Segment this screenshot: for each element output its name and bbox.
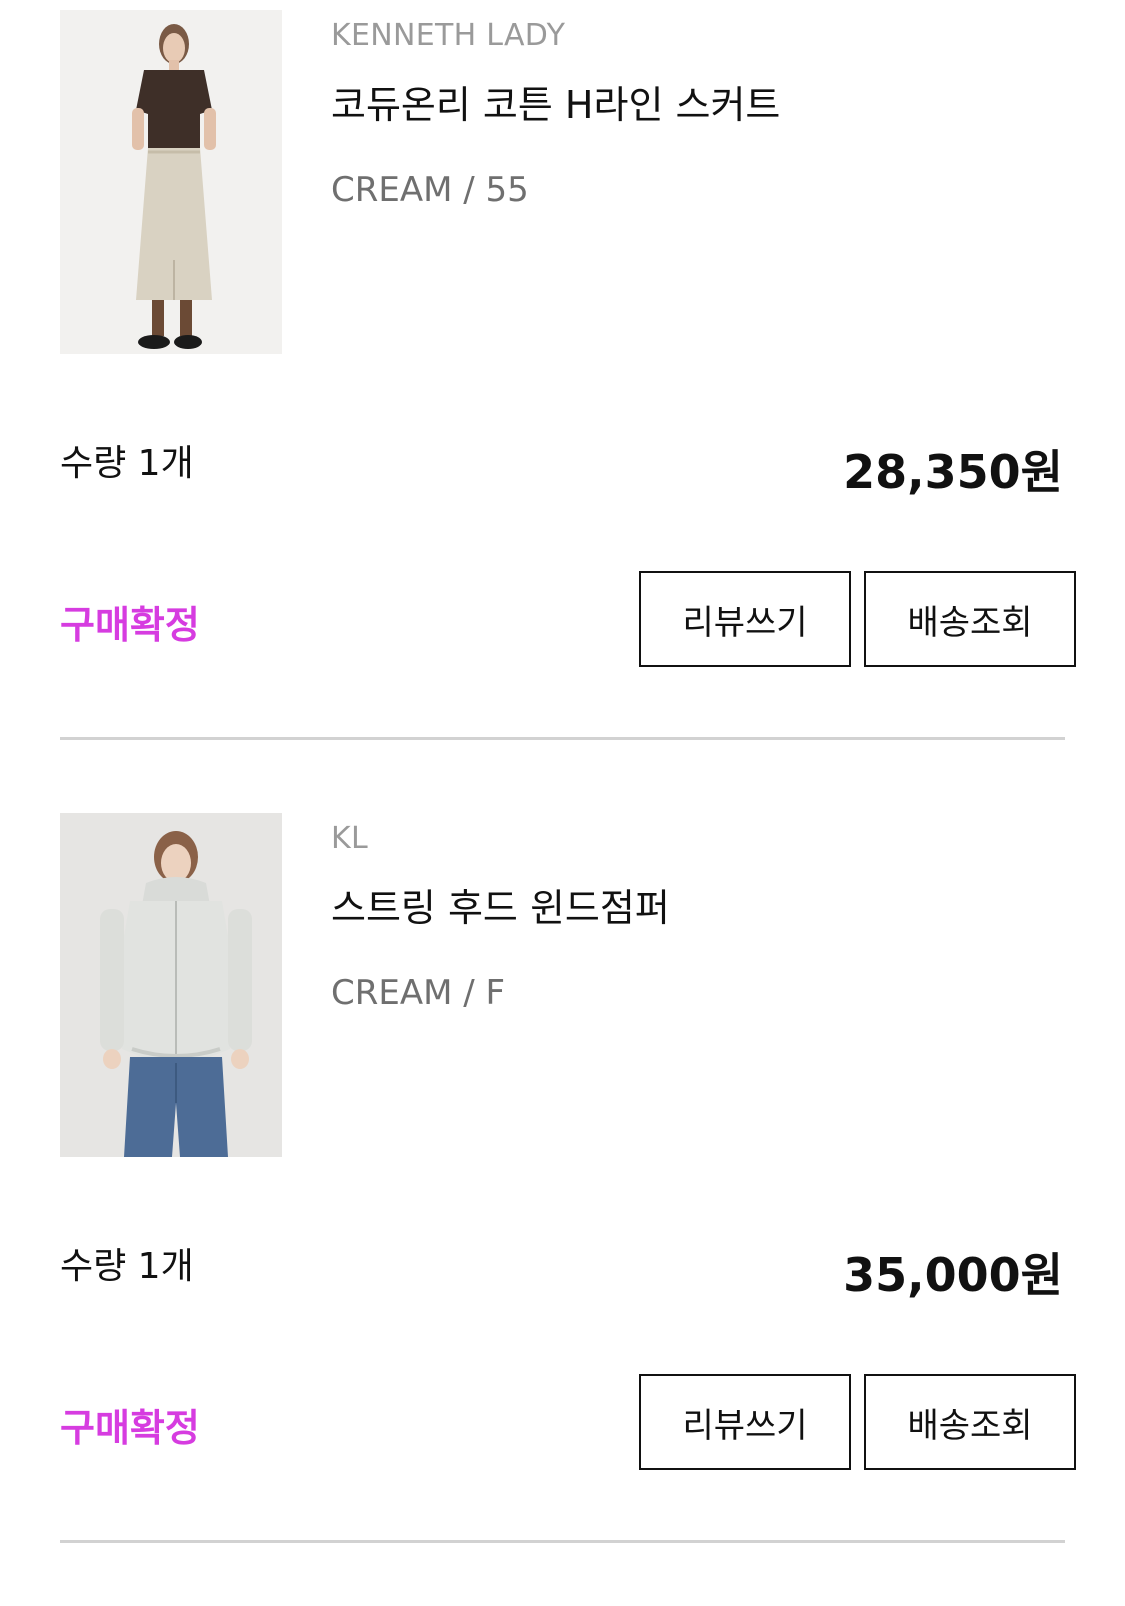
product-photo-jacket	[60, 813, 282, 1157]
order-status: 구매확정	[60, 1406, 200, 1450]
quantity-text: 수량 1개	[60, 1246, 194, 1287]
divider	[60, 1540, 1065, 1543]
track-delivery-button[interactable]: 배송조회	[864, 1374, 1076, 1470]
divider	[60, 737, 1065, 740]
quantity-text: 수량 1개	[60, 443, 194, 484]
product-image[interactable]	[60, 10, 282, 354]
product-name[interactable]: 코듀온리 코튼 H라인 스커트	[331, 74, 780, 129]
product-photo-skirt	[60, 10, 282, 354]
write-review-button[interactable]: 리뷰쓰기	[639, 571, 851, 667]
brand-name: KL	[331, 821, 368, 856]
track-delivery-button[interactable]: 배송조회	[864, 571, 1076, 667]
write-review-button[interactable]: 리뷰쓰기	[639, 1374, 851, 1470]
product-option: CREAM / 55	[331, 170, 529, 210]
order-status: 구매확정	[60, 603, 200, 647]
product-name[interactable]: 스트링 후드 윈드점퍼	[331, 877, 670, 932]
price-text: 35,000원	[843, 1248, 1063, 1302]
order-item: KENNETH LADY 코듀온리 코튼 H라인 스커트 CREAM / 55 …	[0, 0, 1125, 803]
product-image[interactable]	[60, 813, 282, 1157]
order-item: KL 스트링 후드 윈드점퍼 CREAM / F 수량 1개 35,000원 구…	[0, 803, 1125, 1606]
price-text: 28,350원	[843, 445, 1063, 499]
product-option: CREAM / F	[331, 973, 506, 1013]
brand-name: KENNETH LADY	[331, 18, 566, 53]
